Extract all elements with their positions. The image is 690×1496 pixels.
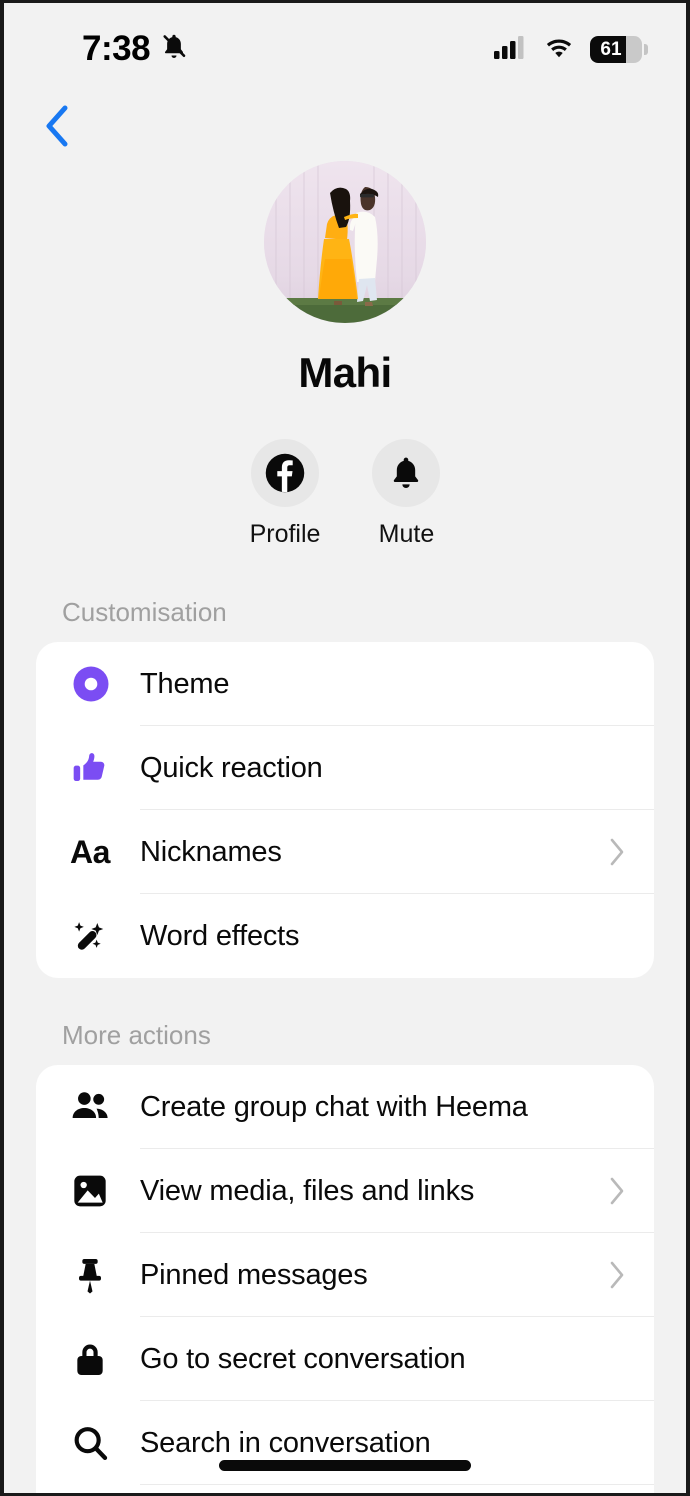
profile-header: Mahi: [4, 157, 686, 397]
magic-wand-icon: [64, 915, 140, 957]
row-secret-conversation[interactable]: Go to secret conversation: [36, 1317, 654, 1401]
status-time: 7:38: [82, 29, 151, 68]
chevron-right-icon: [602, 1175, 632, 1207]
cellular-signal-icon: [494, 35, 528, 64]
row-search-conversation-label: Search in conversation: [140, 1426, 431, 1459]
status-bar-left: 7:38: [82, 29, 189, 69]
battery-icon: 61: [590, 35, 642, 63]
lock-icon: [64, 1339, 140, 1379]
battery-percent-label: 61: [600, 38, 622, 60]
status-bar-right: 61: [494, 35, 648, 64]
row-word-effects-label: Word effects: [140, 919, 300, 952]
profile-photo: [264, 161, 426, 323]
chevron-left-icon: [46, 105, 68, 147]
action-mute[interactable]: Mute: [372, 439, 441, 549]
more-actions-card: Create group chat with Heema View media,…: [36, 1065, 654, 1493]
action-mute-circle[interactable]: [372, 439, 441, 507]
bell-icon: [394, 457, 419, 489]
action-profile-label: Profile: [249, 520, 321, 548]
row-quick-reaction-label: Quick reaction: [140, 751, 323, 784]
row-nicknames[interactable]: Aa Nicknames: [36, 810, 654, 894]
bell-slash-icon: [159, 32, 189, 67]
wifi-icon: [543, 35, 575, 64]
back-button[interactable]: [34, 103, 80, 149]
row-view-media[interactable]: View media, files and links: [36, 1149, 654, 1233]
thumbs-up-icon: [64, 748, 140, 788]
avatar[interactable]: [264, 161, 426, 323]
action-mute-label: Mute: [378, 520, 435, 548]
row-word-effects[interactable]: Word effects: [36, 894, 654, 978]
row-search-conversation[interactable]: Search in conversation: [36, 1401, 654, 1485]
row-create-group-chat-label: Create group chat with Heema: [140, 1090, 528, 1123]
row-view-media-label: View media, files and links: [140, 1174, 475, 1207]
action-profile-circle[interactable]: [251, 439, 319, 507]
row-quick-reaction[interactable]: Quick reaction: [36, 726, 654, 810]
status-bar: 7:38 61: [4, 3, 686, 95]
row-nicknames-label: Nicknames: [140, 835, 282, 868]
row-pinned-messages[interactable]: Pinned messages: [36, 1233, 654, 1317]
search-icon: [64, 1423, 140, 1463]
customisation-card: Theme Quick reaction Aa Nicknames Word e…: [36, 642, 654, 978]
section-title-more-actions: More actions: [62, 1020, 211, 1050]
chevron-right-icon: [602, 836, 632, 868]
pin-icon: [64, 1255, 140, 1295]
battery-indicator: 61: [590, 35, 648, 63]
theme-circle-icon: [64, 663, 140, 705]
battery-cap: [644, 43, 648, 55]
aa-text-icon: Aa: [70, 833, 110, 870]
people-icon: [64, 1086, 140, 1128]
section-title-customisation: Customisation: [62, 597, 227, 627]
row-theme-label: Theme: [140, 667, 230, 700]
row-pinned-messages-label: Pinned messages: [140, 1258, 368, 1291]
row-create-group-chat[interactable]: Create group chat with Heema: [36, 1065, 654, 1149]
image-icon: [64, 1171, 140, 1211]
row-notifications-sounds[interactable]: Notifications & sounds: [36, 1485, 654, 1493]
row-theme[interactable]: Theme: [36, 642, 654, 726]
phone-screen: 7:38 61 Mahi Profile Mute Customisation …: [0, 0, 690, 1496]
row-secret-conversation-label: Go to secret conversation: [140, 1342, 466, 1375]
page-title: Mahi: [298, 349, 392, 396]
nav-bar: [4, 95, 686, 157]
home-indicator[interactable]: [219, 1460, 471, 1471]
facebook-icon: [265, 453, 305, 493]
quick-actions: Profile Mute: [4, 439, 686, 549]
chevron-right-icon: [602, 1259, 632, 1291]
action-profile[interactable]: Profile: [249, 439, 321, 549]
